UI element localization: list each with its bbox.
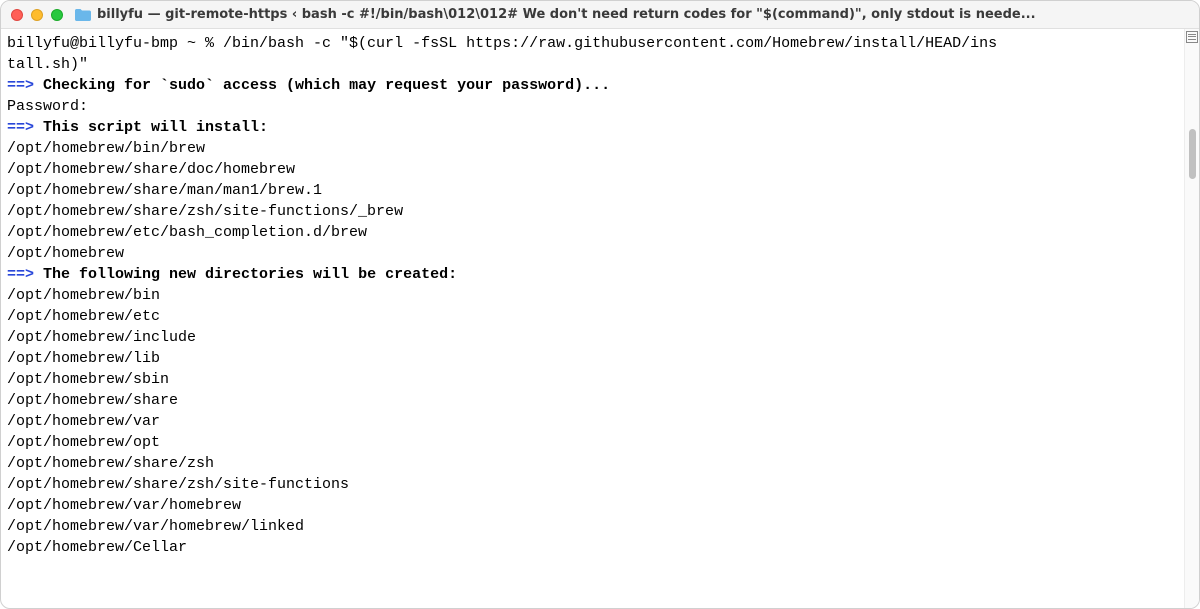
scrollbar-icon (1186, 31, 1198, 43)
dir-path: /opt/homebrew/etc (7, 308, 160, 325)
new-dirs-msg: The following new directories will be cr… (34, 266, 457, 283)
dir-path: /opt/homebrew/var/homebrew/linked (7, 518, 304, 535)
install-path: /opt/homebrew/share/man/man1/brew.1 (7, 182, 322, 199)
info-arrow: ==> (7, 77, 34, 94)
minimize-button[interactable] (31, 9, 43, 21)
dir-path: /opt/homebrew/bin (7, 287, 160, 304)
dir-path: /opt/homebrew/share (7, 392, 178, 409)
check-sudo-msg: Checking for `sudo` access (which may re… (34, 77, 610, 94)
install-path: /opt/homebrew (7, 245, 124, 262)
prompt-line: billyfu@billyfu-bmp ~ % /bin/bash -c "$(… (7, 35, 997, 52)
password-prompt: Password: (7, 98, 88, 115)
install-path: /opt/homebrew/share/doc/homebrew (7, 161, 295, 178)
window-title: billyfu — git-remote-https ‹ bash -c #!/… (97, 7, 1189, 22)
prompt-line-cont: tall.sh)" (7, 56, 88, 73)
info-arrow: ==> (7, 266, 34, 283)
dir-path: /opt/homebrew/share/zsh/site-functions (7, 476, 349, 493)
dir-path: /opt/homebrew/include (7, 329, 196, 346)
install-path: /opt/homebrew/share/zsh/site-functions/_… (7, 203, 403, 220)
scrollbar-thumb[interactable] (1189, 129, 1196, 179)
info-arrow: ==> (7, 119, 34, 136)
dir-path: /opt/homebrew/share/zsh (7, 455, 214, 472)
scrollbar[interactable] (1184, 29, 1199, 608)
maximize-button[interactable] (51, 9, 63, 21)
terminal-output[interactable]: billyfu@billyfu-bmp ~ % /bin/bash -c "$(… (1, 29, 1184, 608)
dir-path: /opt/homebrew/Cellar (7, 539, 187, 556)
dir-path: /opt/homebrew/var (7, 413, 160, 430)
terminal-window: billyfu — git-remote-https ‹ bash -c #!/… (0, 0, 1200, 609)
content-wrapper: billyfu@billyfu-bmp ~ % /bin/bash -c "$(… (1, 29, 1199, 608)
dir-path: /opt/homebrew/sbin (7, 371, 169, 388)
close-button[interactable] (11, 9, 23, 21)
dir-path: /opt/homebrew/lib (7, 350, 160, 367)
install-path: /opt/homebrew/bin/brew (7, 140, 205, 157)
will-install-msg: This script will install: (34, 119, 268, 136)
traffic-lights (11, 9, 63, 21)
folder-icon (75, 8, 91, 21)
install-path: /opt/homebrew/etc/bash_completion.d/brew (7, 224, 367, 241)
dir-path: /opt/homebrew/opt (7, 434, 160, 451)
titlebar: billyfu — git-remote-https ‹ bash -c #!/… (1, 1, 1199, 29)
dir-path: /opt/homebrew/var/homebrew (7, 497, 241, 514)
